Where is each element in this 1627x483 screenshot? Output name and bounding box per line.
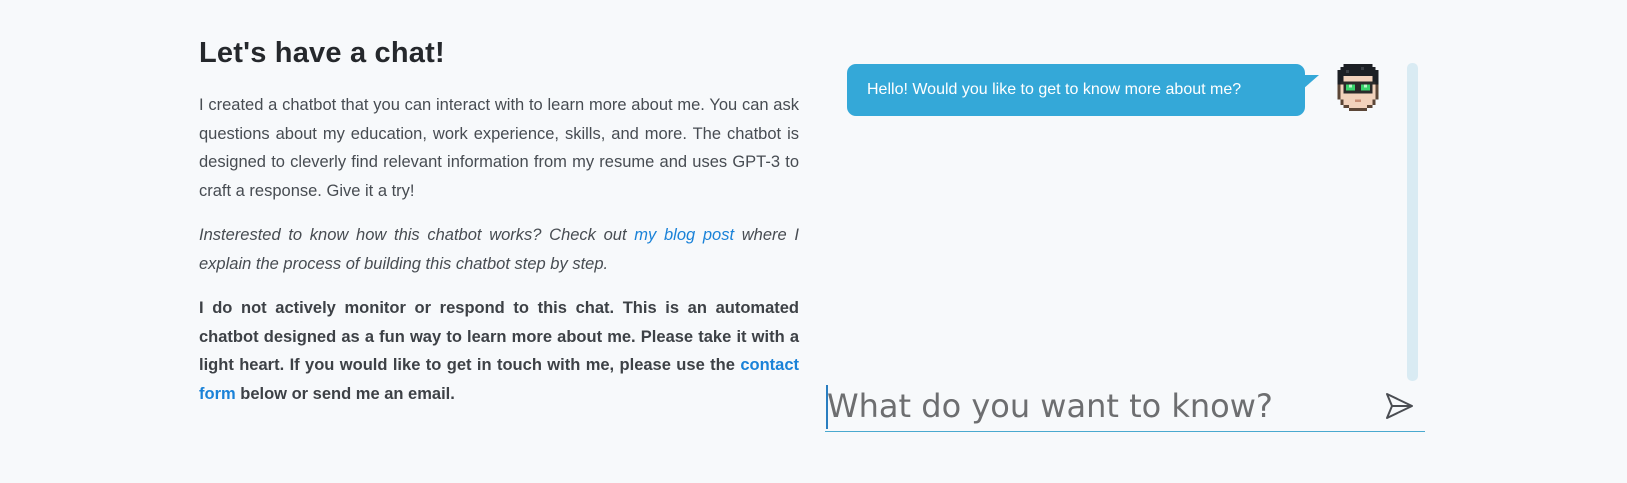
disclaimer-text-after: below or send me an email. [235,384,455,403]
chat-input[interactable] [827,383,1367,429]
chat-panel: Hello! Would you like to get to know mor… [825,58,1425,433]
intro-paragraph: I created a chatbot that you can interac… [199,91,799,205]
intro-paragraph-text: I created a chatbot that you can interac… [199,96,799,200]
disclaimer-text-before: I do not actively monitor or respond to … [199,299,799,374]
page-title: Let's have a chat! [199,37,445,69]
send-button[interactable] [1383,391,1417,425]
chat-input-row [825,383,1425,432]
chat-scrollbar[interactable] [1407,63,1418,381]
send-icon [1385,392,1415,425]
blog-paragraph: Insterested to know how this chatbot wor… [199,221,799,278]
bubble-tail [1303,75,1319,89]
pixel-avatar-icon [1334,64,1382,114]
chat-message-bot: Hello! Would you like to get to know mor… [847,64,1387,124]
chat-messages: Hello! Would you like to get to know mor… [825,58,1405,378]
message-bubble: Hello! Would you like to get to know mor… [847,64,1305,116]
blog-paragraph-text-before: Insterested to know how this chatbot wor… [199,226,635,244]
intro-section: Let's have a chat! I created a chatbot t… [199,33,799,424]
blog-post-link[interactable]: my blog post [634,226,734,244]
disclaimer-paragraph: I do not actively monitor or respond to … [199,294,799,408]
